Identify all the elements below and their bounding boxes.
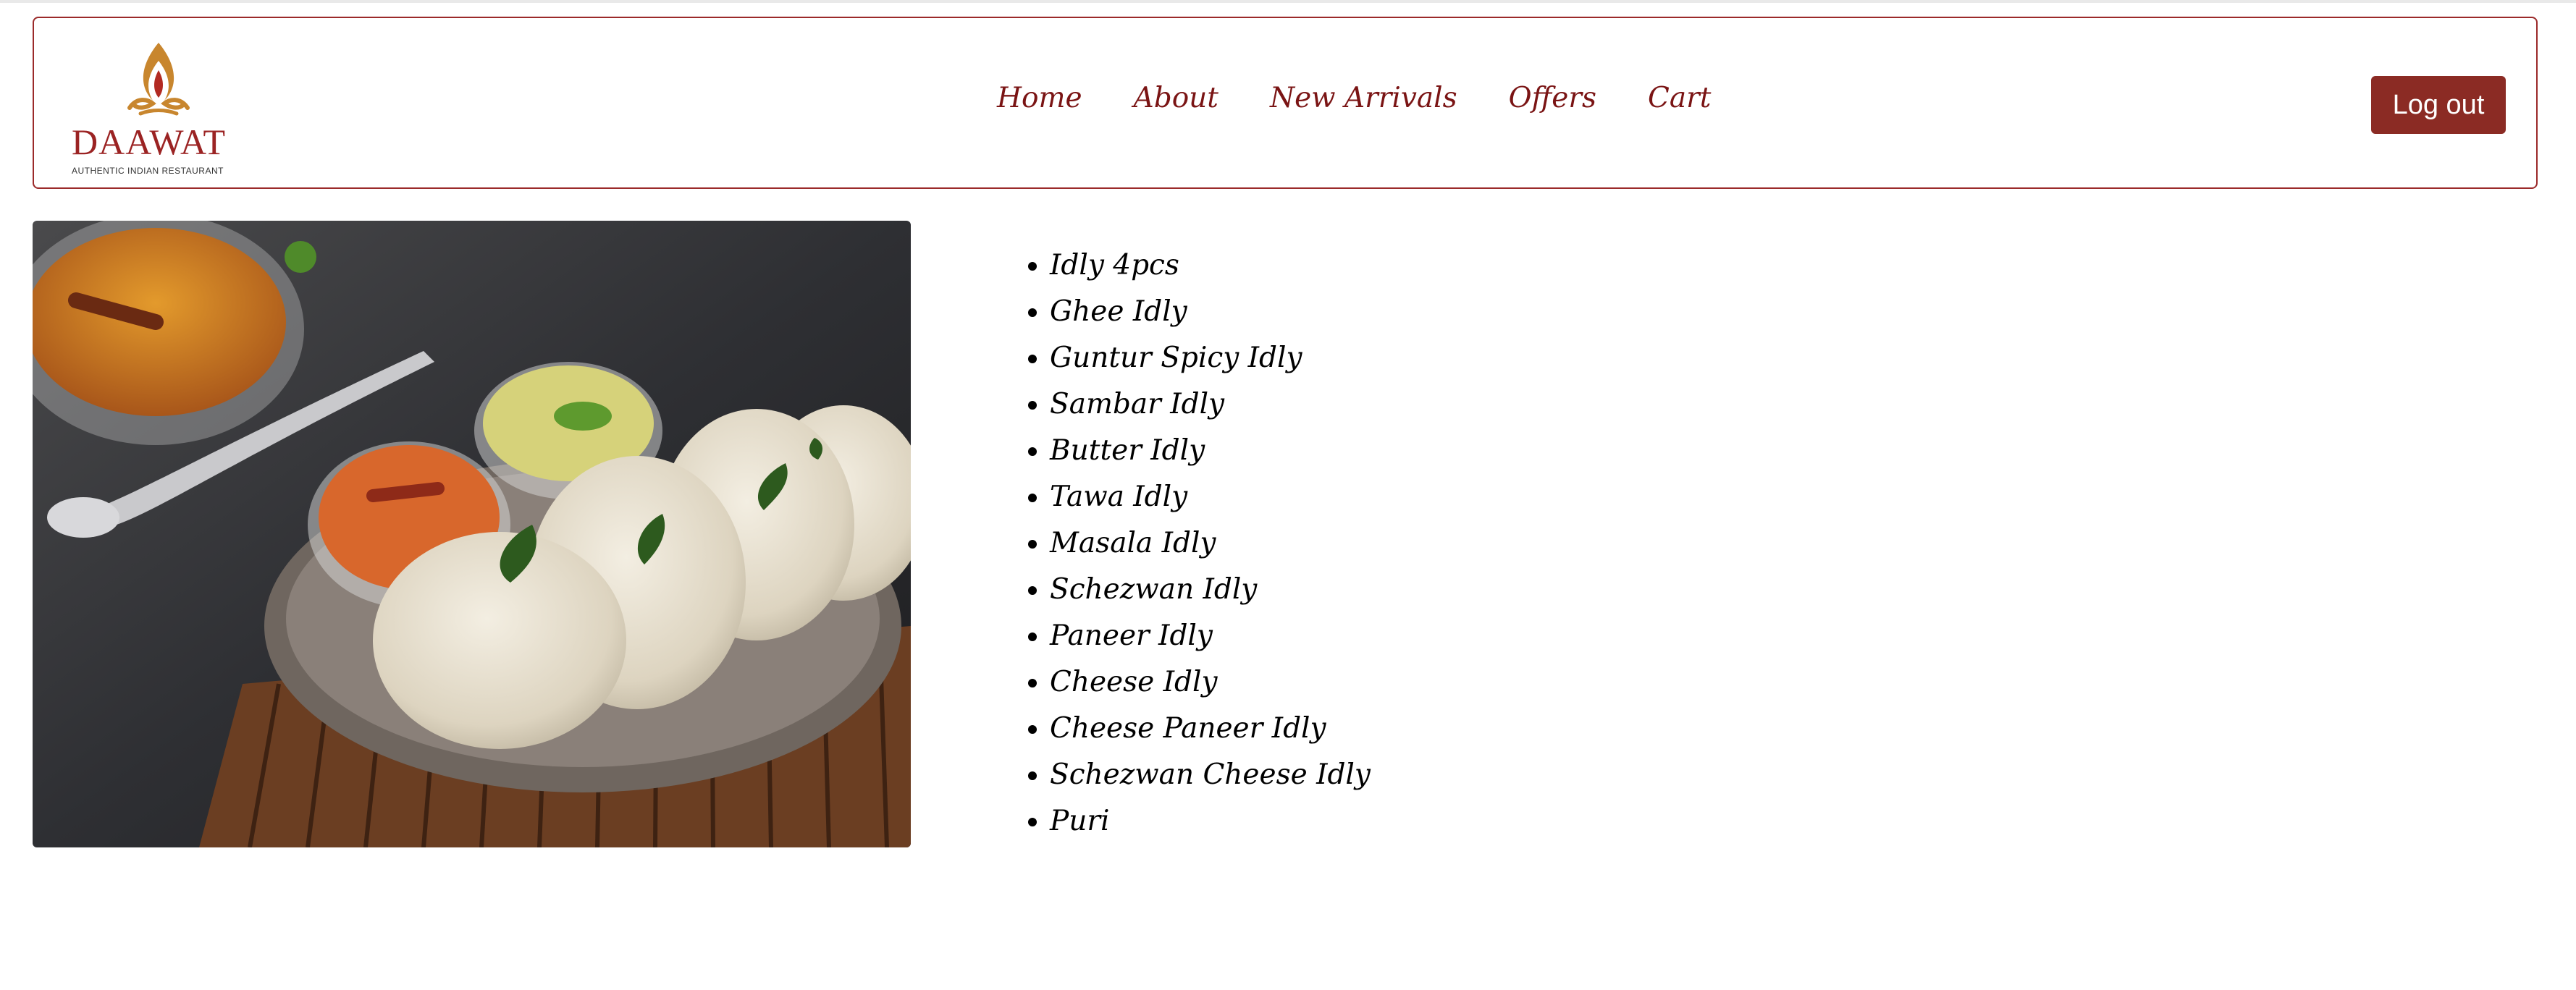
menu-item: Puri: [1050, 798, 1371, 845]
menu-item: Guntur Spicy Idly: [1050, 335, 1371, 381]
menu-item: Schezwan Cheese Idly: [1050, 752, 1371, 798]
menu-item: Tawa Idly: [1050, 474, 1371, 520]
nav-new-arrivals-link[interactable]: New Arrivals: [1270, 82, 1457, 114]
logout-button[interactable]: Log out: [2371, 76, 2506, 134]
menu-item: Butter Idly: [1050, 428, 1371, 474]
top-divider: [0, 0, 2576, 3]
flame-logo-icon: [127, 43, 190, 116]
menu-item: Idly 4pcs: [1050, 242, 1371, 289]
idly-plate-photo-icon: [33, 221, 911, 847]
menu-list: Idly 4pcs Ghee Idly Guntur Spicy Idly Sa…: [1014, 242, 1371, 845]
brand-tagline: AUTHENTIC INDIAN RESTAURANT: [72, 166, 224, 176]
menu-item: Paneer Idly: [1050, 613, 1371, 659]
menu-item: Cheese Paneer Idly: [1050, 706, 1371, 752]
nav-home-link[interactable]: Home: [997, 82, 1082, 114]
menu-item: Ghee Idly: [1050, 289, 1371, 335]
idly-plate-image: [33, 221, 911, 847]
brand-name: DAAWAT: [72, 122, 227, 162]
menu-item: Schezwan Idly: [1050, 567, 1371, 613]
nav-offers-link[interactable]: Offers: [1509, 82, 1596, 114]
nav-cart-link[interactable]: Cart: [1648, 82, 1711, 114]
navbar: DAAWAT AUTHENTIC INDIAN RESTAURANT Home …: [33, 17, 2538, 189]
menu-item: Masala Idly: [1050, 520, 1371, 567]
brand-logo[interactable]: DAAWAT AUTHENTIC INDIAN RESTAURANT: [72, 28, 238, 180]
menu-item: Sambar Idly: [1050, 381, 1371, 428]
menu-item: Cheese Idly: [1050, 659, 1371, 706]
nav-about-link[interactable]: About: [1134, 82, 1218, 114]
main-nav: Home About New Arrivals Offers Cart: [997, 82, 1762, 114]
